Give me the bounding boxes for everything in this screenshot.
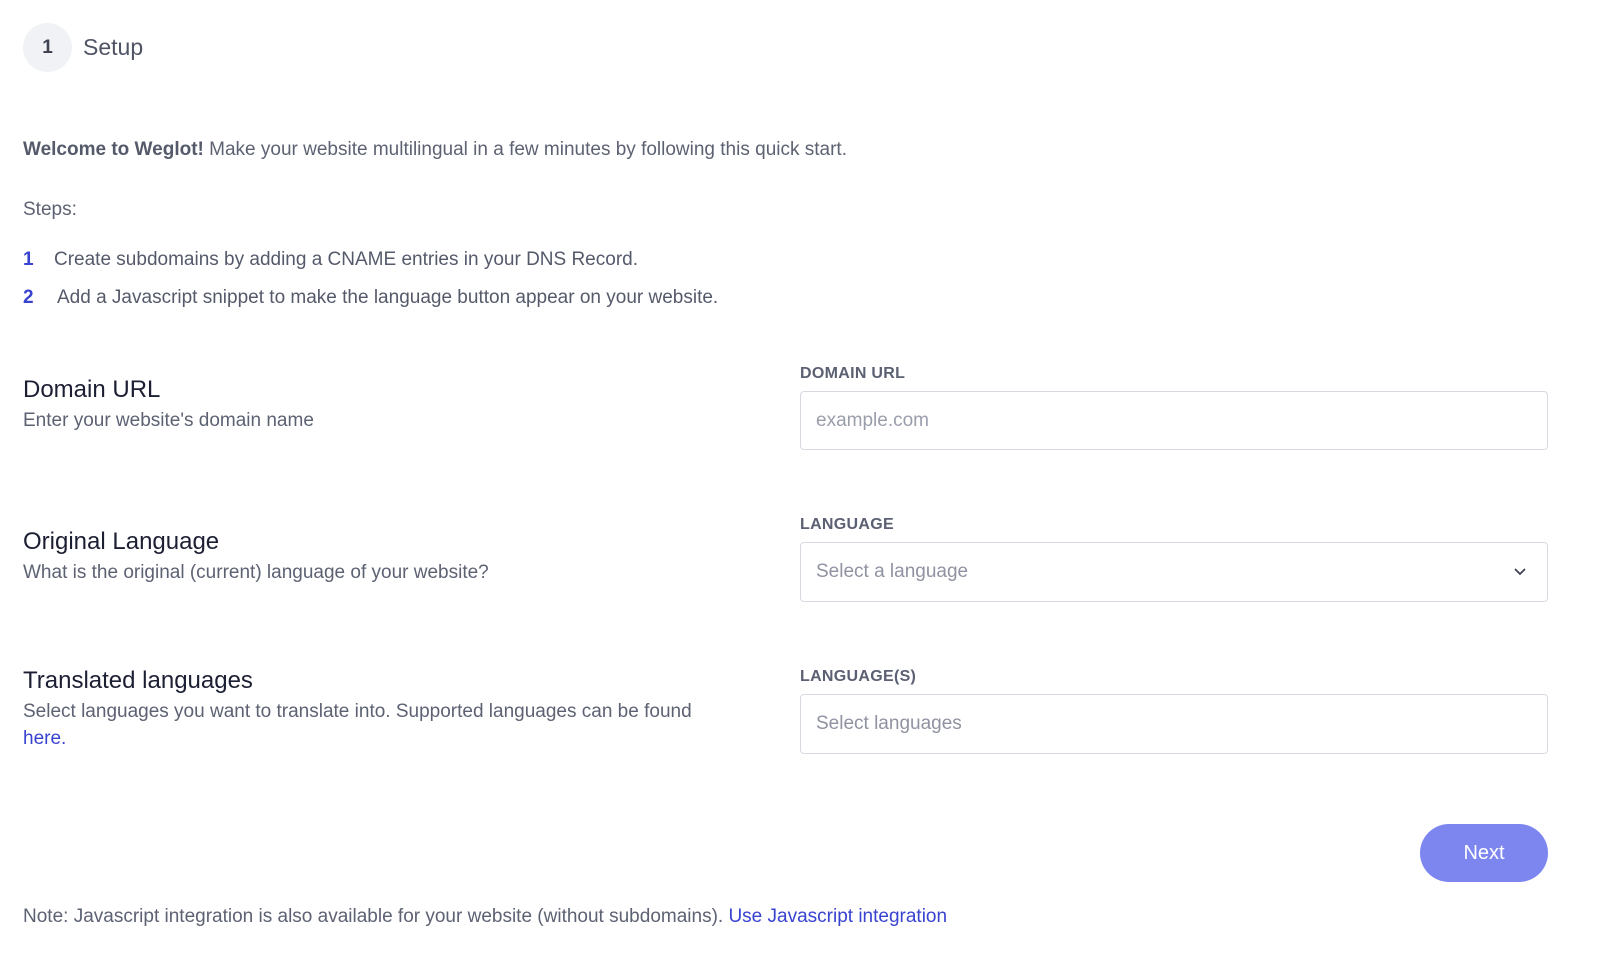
welcome-body: Make your website multilingual in a few … <box>203 139 847 160</box>
domain-section-description: Enter your website's domain name <box>23 410 314 431</box>
step-item-text: Create subdomains by adding a CNAME entr… <box>54 249 638 270</box>
step-item-number: 2 <box>23 287 34 308</box>
step-item-text: Add a Javascript snippet to make the lan… <box>57 287 719 308</box>
chevron-down-icon <box>1514 568 1526 576</box>
language-field-label: LANGUAGE <box>800 516 894 533</box>
translated-languages-select[interactable]: Select languages <box>800 694 1548 754</box>
translated-languages-placeholder: Select languages <box>816 713 962 734</box>
step-header: 1 Setup <box>23 23 143 72</box>
original-language-select[interactable]: Select a language <box>800 542 1548 602</box>
step-item: 1 Create subdomains by adding a CNAME ent… <box>23 249 638 271</box>
original-language-title: Original Language <box>23 528 220 555</box>
supported-languages-link[interactable]: here <box>23 728 61 749</box>
domain-section-title: Domain URL <box>23 376 161 403</box>
translated-languages-desc-end: . <box>61 728 67 749</box>
setup-page: 1 Setup Welcome to Weglot! Make your web… <box>0 0 1600 963</box>
step-item: 2 Add a Javascript snippet to make the la… <box>23 287 718 309</box>
original-language-placeholder: Select a language <box>816 561 969 582</box>
javascript-integration-link[interactable]: Use Javascript integration <box>728 906 947 927</box>
welcome-text: Welcome to Weglot! Make your website mul… <box>23 139 847 161</box>
languages-field-label: LANGUAGE(S) <box>800 668 917 685</box>
integration-note-text: Note: Javascript integration is also ava… <box>23 906 729 927</box>
domain-field-label: DOMAIN URL <box>800 365 906 382</box>
domain-input-wrapper <box>800 391 1548 450</box>
integration-note: Note: Javascript integration is also ava… <box>23 906 947 928</box>
next-button[interactable]: Next <box>1420 824 1548 882</box>
step-title: Setup <box>83 34 144 60</box>
step-number-badge: 1 <box>23 23 72 72</box>
steps-label: Steps: <box>23 199 77 220</box>
translated-languages-title: Translated languages <box>23 667 253 694</box>
translated-languages-desc-text: Select languages you want to translate i… <box>23 701 692 722</box>
step-item-number: 1 <box>23 249 34 270</box>
domain-url-input[interactable] <box>816 392 1547 449</box>
original-language-description: What is the original (current) language … <box>23 562 489 583</box>
translated-languages-description: Select languages you want to translate i… <box>23 698 713 752</box>
welcome-bold: Welcome to Weglot! <box>23 139 204 160</box>
